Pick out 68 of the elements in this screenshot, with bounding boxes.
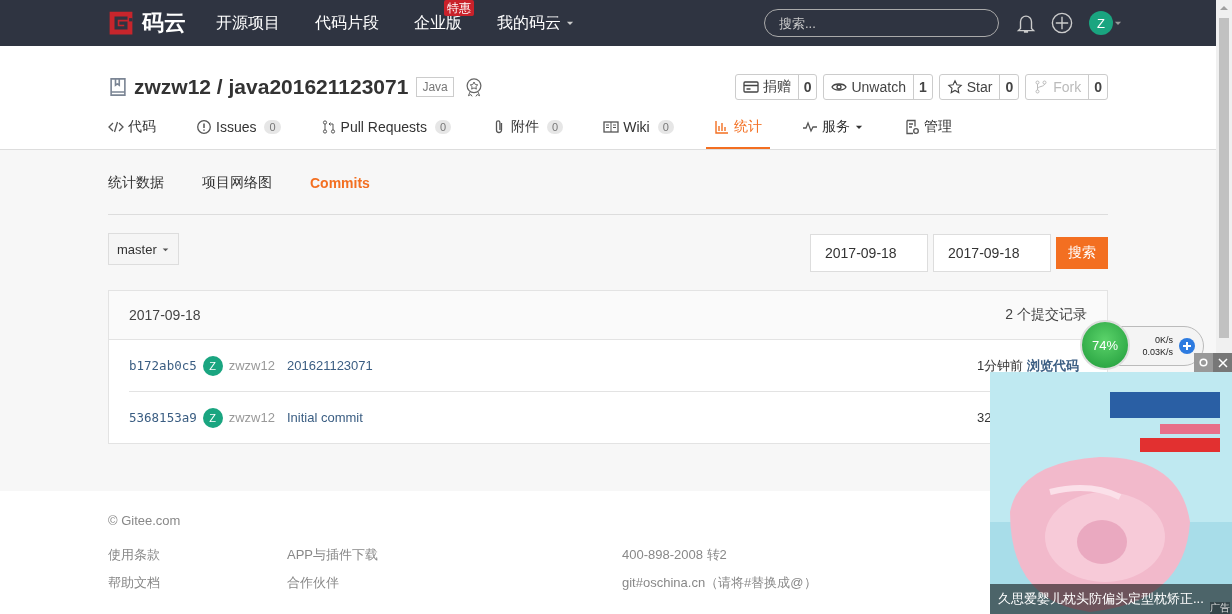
pull-request-icon <box>320 119 337 135</box>
code-icon <box>108 119 124 135</box>
repository-icon <box>108 77 128 97</box>
bar-chart-icon <box>713 119 730 135</box>
avatar: Z <box>202 355 223 376</box>
repo-title[interactable]: zwzw12 / java201621123071 <box>134 75 409 99</box>
ad-label: 广告 <box>1210 602 1230 614</box>
count-badge: 0 <box>657 120 674 134</box>
document-gear-icon <box>903 119 920 135</box>
nav-link[interactable]: 开源项目 <box>216 12 280 34</box>
footer-link[interactable]: 帮助文档 <box>108 574 287 592</box>
plus-icon[interactable] <box>1179 338 1195 354</box>
language-tag: Java <box>416 77 454 97</box>
tab[interactable]: Pull Requests 0 <box>312 107 460 149</box>
commit-time: 1分钟前 <box>977 356 1024 375</box>
nav-link[interactable]: 我的码云 <box>497 12 561 34</box>
count: 1 <box>912 75 932 99</box>
pulse-icon <box>801 119 818 135</box>
commit-message[interactable]: 201621123071 <box>287 358 373 373</box>
count-badge: 0 <box>264 120 281 134</box>
donate-button[interactable]: 捐赠 0 <box>734 74 818 100</box>
nav-link[interactable]: 代码片段 <box>315 12 379 34</box>
date-field[interactable]: 2017-09-18 <box>810 234 928 272</box>
footer-link[interactable]: 使用条款 <box>108 546 287 564</box>
star-button[interactable]: Star 0 <box>938 74 1020 100</box>
fork-icon <box>1033 79 1050 95</box>
commit-hash[interactable]: b172ab0c5 <box>129 358 197 373</box>
commit-message[interactable]: Initial commit <box>287 410 363 425</box>
contact-link[interactable]: git#oschina.cn（请将#替换成@） <box>622 574 817 592</box>
settings-icon[interactable] <box>1194 353 1213 372</box>
sub-tab[interactable]: 统计数据 <box>108 174 164 192</box>
copyright-text: © Gitee.com <box>108 513 181 528</box>
branch-dropdown[interactable]: master <box>108 233 179 265</box>
ad-caption[interactable]: 久思爱婴儿枕头防偏头定型枕矫正... <box>998 590 1204 608</box>
count: 0 <box>999 75 1019 99</box>
star-icon <box>946 79 963 95</box>
avatar: Z <box>202 407 223 428</box>
logo-icon[interactable] <box>108 10 134 36</box>
tab[interactable]: Issues 0 <box>188 107 289 149</box>
close-icon[interactable] <box>1213 353 1232 372</box>
scrollbar-thumb[interactable] <box>1219 18 1229 338</box>
logo-text[interactable]: 码云 <box>142 8 186 38</box>
browse-code-link[interactable]: 浏览代码 <box>1027 356 1080 375</box>
tab[interactable]: 附件 0 <box>483 107 572 149</box>
promo-badge: 特惠 <box>444 0 474 16</box>
plus-icon[interactable] <box>1051 12 1073 34</box>
search-field[interactable]: 搜索... <box>764 9 999 37</box>
tab[interactable]: 服务 <box>793 107 872 149</box>
card-icon <box>742 79 759 95</box>
commit-hash[interactable]: 5368153a9 <box>129 410 197 425</box>
upload-speed: 0K/s <box>1154 335 1173 345</box>
issue-icon <box>196 119 212 135</box>
watch-button[interactable]: Unwatch 1 <box>823 74 933 100</box>
book-icon <box>603 119 620 135</box>
sub-tab[interactable]: 项目网络图 <box>202 174 272 192</box>
download-speed: 0.03K/s <box>1142 347 1173 357</box>
count: 0 <box>797 75 817 99</box>
footer-link[interactable]: 合作伙伴 <box>287 574 622 592</box>
count-badge: 0 <box>435 120 452 134</box>
tab[interactable]: Wiki 0 <box>595 107 682 149</box>
tab[interactable]: 代码 <box>100 107 164 149</box>
count-badge: 0 <box>547 120 564 134</box>
contact-link[interactable]: 400-898-2008 转2 <box>622 546 817 564</box>
date-field[interactable]: 2017-09-18 <box>933 234 1051 272</box>
commit-date: 2017-09-18 <box>129 307 201 323</box>
count: 0 <box>1088 75 1107 99</box>
footer-link[interactable]: APP与插件下载 <box>287 546 622 564</box>
tab[interactable]: 管理 <box>895 107 960 149</box>
